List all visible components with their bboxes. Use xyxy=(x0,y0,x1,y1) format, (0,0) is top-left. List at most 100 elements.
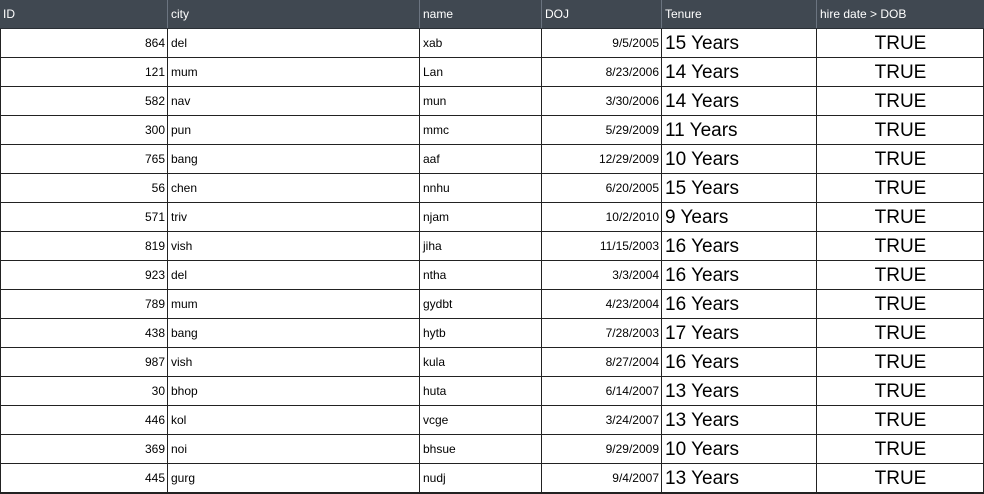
cell-doj[interactable]: 3/24/2007 xyxy=(541,406,662,434)
cell-hire-date-gt-dob[interactable]: TRUE xyxy=(816,203,984,231)
cell-id[interactable]: 300 xyxy=(0,116,168,144)
cell-city[interactable]: del xyxy=(167,29,420,57)
cell-doj[interactable]: 9/29/2009 xyxy=(541,435,662,463)
cell-tenure[interactable]: 15 Years xyxy=(661,174,817,202)
cell-city[interactable]: vish xyxy=(167,348,420,376)
cell-doj[interactable]: 10/2/2010 xyxy=(541,203,662,231)
cell-city[interactable]: pun xyxy=(167,116,420,144)
cell-tenure[interactable]: 13 Years xyxy=(661,377,817,405)
column-header-tenure[interactable]: Tenure xyxy=(661,0,817,28)
cell-name[interactable]: aaf xyxy=(419,145,542,173)
cell-doj[interactable]: 5/29/2009 xyxy=(541,116,662,144)
cell-doj[interactable]: 6/20/2005 xyxy=(541,174,662,202)
cell-id[interactable]: 446 xyxy=(0,406,168,434)
cell-city[interactable]: vish xyxy=(167,232,420,260)
column-header-hire-date-gt-dob[interactable]: hire date > DOB xyxy=(816,0,984,28)
cell-name[interactable]: gydbt xyxy=(419,290,542,318)
cell-name[interactable]: nudj xyxy=(419,464,542,492)
cell-name[interactable]: kula xyxy=(419,348,542,376)
cell-name[interactable]: ntha xyxy=(419,261,542,289)
cell-id[interactable]: 789 xyxy=(0,290,168,318)
cell-hire-date-gt-dob[interactable]: TRUE xyxy=(816,261,984,289)
cell-city[interactable]: bang xyxy=(167,319,420,347)
cell-id[interactable]: 30 xyxy=(0,377,168,405)
cell-city[interactable]: bang xyxy=(167,145,420,173)
column-header-doj[interactable]: DOJ xyxy=(541,0,662,28)
cell-hire-date-gt-dob[interactable]: TRUE xyxy=(816,464,984,492)
cell-tenure[interactable]: 13 Years xyxy=(661,406,817,434)
cell-hire-date-gt-dob[interactable]: TRUE xyxy=(816,174,984,202)
cell-doj[interactable]: 11/15/2003 xyxy=(541,232,662,260)
cell-doj[interactable]: 3/3/2004 xyxy=(541,261,662,289)
cell-id[interactable]: 987 xyxy=(0,348,168,376)
cell-city[interactable]: noi xyxy=(167,435,420,463)
cell-city[interactable]: nav xyxy=(167,87,420,115)
cell-tenure[interactable]: 9 Years xyxy=(661,203,817,231)
cell-hire-date-gt-dob[interactable]: TRUE xyxy=(816,29,984,57)
cell-city[interactable]: chen xyxy=(167,174,420,202)
cell-hire-date-gt-dob[interactable]: TRUE xyxy=(816,377,984,405)
cell-hire-date-gt-dob[interactable]: TRUE xyxy=(816,435,984,463)
cell-tenure[interactable]: 13 Years xyxy=(661,464,817,492)
cell-city[interactable]: bhop xyxy=(167,377,420,405)
cell-city[interactable]: gurg xyxy=(167,464,420,492)
cell-id[interactable]: 819 xyxy=(0,232,168,260)
cell-doj[interactable]: 8/23/2006 xyxy=(541,58,662,86)
cell-city[interactable]: mum xyxy=(167,290,420,318)
cell-id[interactable]: 438 xyxy=(0,319,168,347)
cell-doj[interactable]: 9/4/2007 xyxy=(541,464,662,492)
column-header-id[interactable]: ID xyxy=(0,0,168,28)
cell-hire-date-gt-dob[interactable]: TRUE xyxy=(816,406,984,434)
cell-name[interactable]: hytb xyxy=(419,319,542,347)
cell-tenure[interactable]: 16 Years xyxy=(661,232,817,260)
cell-hire-date-gt-dob[interactable]: TRUE xyxy=(816,58,984,86)
cell-name[interactable]: jiha xyxy=(419,232,542,260)
cell-name[interactable]: bhsue xyxy=(419,435,542,463)
cell-doj[interactable]: 7/28/2003 xyxy=(541,319,662,347)
cell-hire-date-gt-dob[interactable]: TRUE xyxy=(816,145,984,173)
cell-doj[interactable]: 4/23/2004 xyxy=(541,290,662,318)
cell-tenure[interactable]: 10 Years xyxy=(661,145,817,173)
cell-id[interactable]: 864 xyxy=(0,29,168,57)
column-header-name[interactable]: name xyxy=(419,0,542,28)
cell-name[interactable]: Lan xyxy=(419,58,542,86)
cell-tenure[interactable]: 16 Years xyxy=(661,290,817,318)
cell-hire-date-gt-dob[interactable]: TRUE xyxy=(816,290,984,318)
cell-hire-date-gt-dob[interactable]: TRUE xyxy=(816,116,984,144)
cell-doj[interactable]: 12/29/2009 xyxy=(541,145,662,173)
cell-name[interactable]: njam xyxy=(419,203,542,231)
cell-name[interactable]: xab xyxy=(419,29,542,57)
cell-id[interactable]: 923 xyxy=(0,261,168,289)
cell-id[interactable]: 582 xyxy=(0,87,168,115)
cell-tenure[interactable]: 11 Years xyxy=(661,116,817,144)
cell-hire-date-gt-dob[interactable]: TRUE xyxy=(816,319,984,347)
cell-city[interactable]: del xyxy=(167,261,420,289)
cell-name[interactable]: mmc xyxy=(419,116,542,144)
column-header-city[interactable]: city xyxy=(167,0,420,28)
cell-tenure[interactable]: 17 Years xyxy=(661,319,817,347)
cell-tenure[interactable]: 14 Years xyxy=(661,58,817,86)
cell-doj[interactable]: 3/30/2006 xyxy=(541,87,662,115)
cell-id[interactable]: 445 xyxy=(0,464,168,492)
cell-id[interactable]: 56 xyxy=(0,174,168,202)
cell-doj[interactable]: 9/5/2005 xyxy=(541,29,662,57)
cell-city[interactable]: kol xyxy=(167,406,420,434)
cell-name[interactable]: vcge xyxy=(419,406,542,434)
cell-name[interactable]: mun xyxy=(419,87,542,115)
cell-tenure[interactable]: 16 Years xyxy=(661,348,817,376)
cell-city[interactable]: triv xyxy=(167,203,420,231)
cell-id[interactable]: 369 xyxy=(0,435,168,463)
cell-id[interactable]: 121 xyxy=(0,58,168,86)
cell-name[interactable]: nnhu xyxy=(419,174,542,202)
cell-tenure[interactable]: 16 Years xyxy=(661,261,817,289)
cell-tenure[interactable]: 14 Years xyxy=(661,87,817,115)
cell-hire-date-gt-dob[interactable]: TRUE xyxy=(816,87,984,115)
cell-hire-date-gt-dob[interactable]: TRUE xyxy=(816,232,984,260)
cell-name[interactable]: huta xyxy=(419,377,542,405)
cell-doj[interactable]: 6/14/2007 xyxy=(541,377,662,405)
cell-hire-date-gt-dob[interactable]: TRUE xyxy=(816,348,984,376)
cell-doj[interactable]: 8/27/2004 xyxy=(541,348,662,376)
cell-id[interactable]: 765 xyxy=(0,145,168,173)
cell-id[interactable]: 571 xyxy=(0,203,168,231)
cell-city[interactable]: mum xyxy=(167,58,420,86)
